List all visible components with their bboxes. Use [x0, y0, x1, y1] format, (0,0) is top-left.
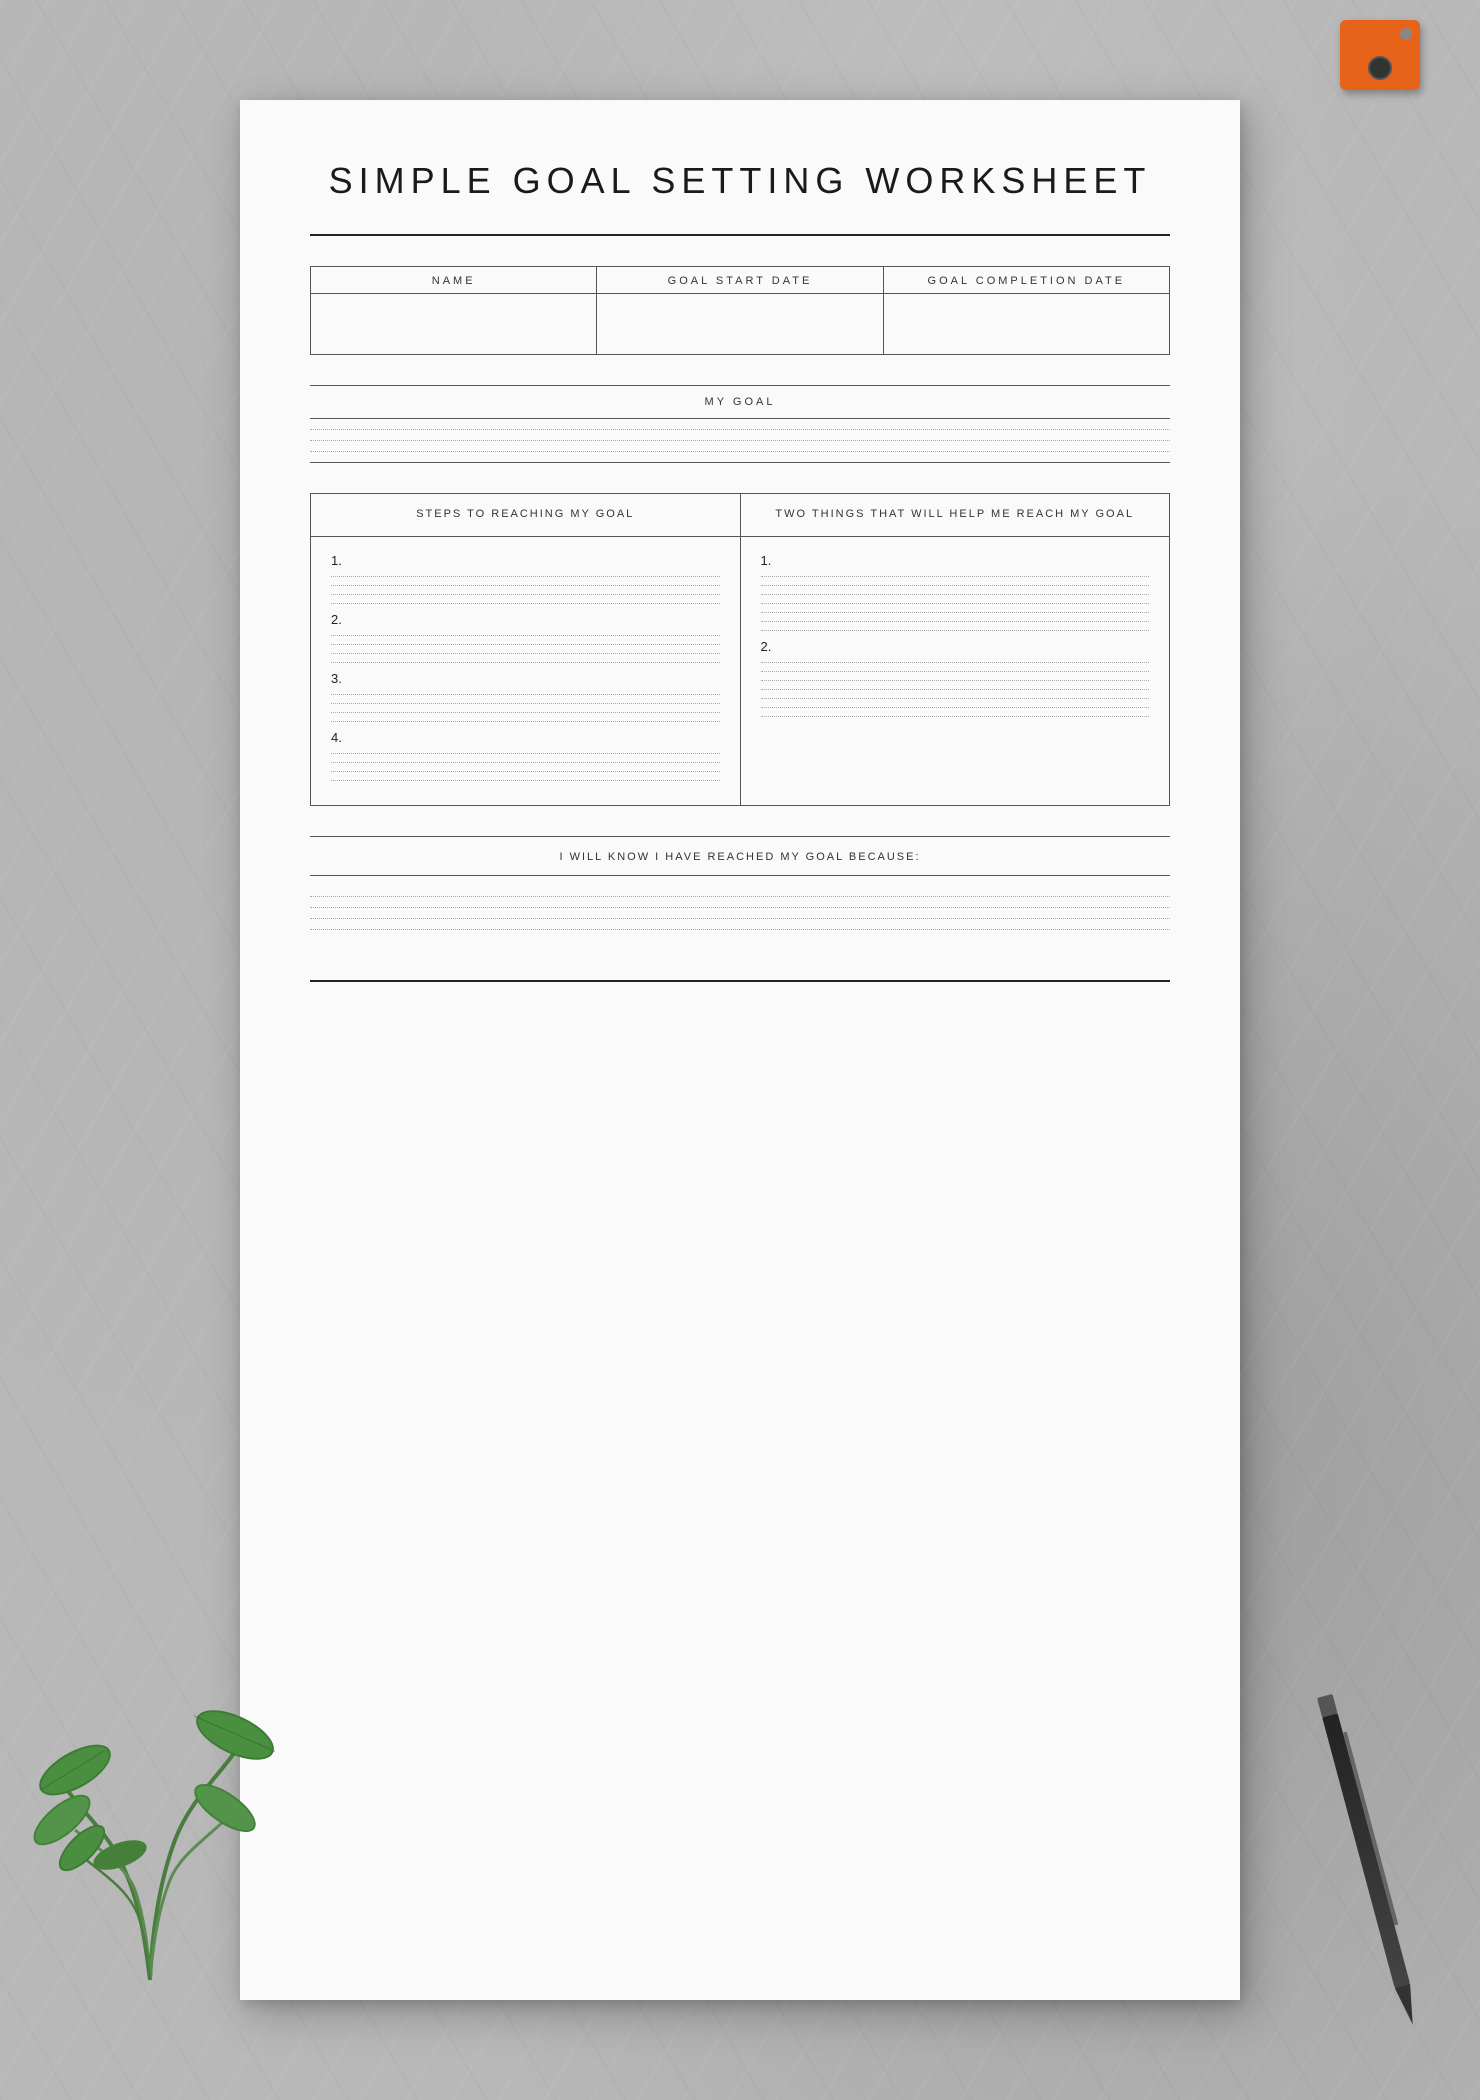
- bottom-line-3: [310, 918, 1170, 919]
- step-1-number: 1.: [331, 553, 720, 568]
- thing-1: 1.: [761, 553, 1150, 631]
- bottom-line-4: [310, 929, 1170, 930]
- thing-2-number: 2.: [761, 639, 1150, 654]
- thing-1-line-2: [761, 585, 1150, 586]
- name-field-box: NAME: [310, 266, 597, 355]
- worksheet-paper: SIMPLE GOAL SETTING WORKSHEET NAME GOAL …: [240, 100, 1240, 2000]
- pen-decoration: [1296, 1688, 1445, 2042]
- two-things-col-header: TWO THINGS THAT WILL HELP ME REACH MY GO…: [741, 494, 1170, 537]
- step-4-line-3: [331, 771, 720, 772]
- plant-decoration: [20, 1600, 280, 2000]
- worksheet-title: SIMPLE GOAL SETTING WORKSHEET: [310, 160, 1170, 218]
- my-goal-section: MY GOAL: [310, 385, 1170, 463]
- thing-2: 2.: [761, 639, 1150, 717]
- step-2-line-4: [331, 662, 720, 663]
- steps-col: STEPS TO REACHING MY GOAL 1. 2.: [310, 493, 741, 806]
- step-2-line-2: [331, 644, 720, 645]
- step-3: 3.: [331, 671, 720, 722]
- step-4-line-4: [331, 780, 720, 781]
- goal-dotted-1: [310, 429, 1170, 430]
- goal-divider-bottom: [310, 418, 1170, 419]
- fields-row: NAME GOAL START DATE GOAL COMPLETION DAT…: [310, 266, 1170, 355]
- pencil-sharpener-decoration: [1340, 20, 1420, 120]
- two-things-col-content: 1. 2.: [741, 537, 1170, 741]
- step-1-line-2: [331, 585, 720, 586]
- bottom-line-1: [310, 896, 1170, 897]
- bottom-label-bar: I WILL KNOW I HAVE REACHED MY GOAL BECAU…: [310, 836, 1170, 876]
- start-date-label: GOAL START DATE: [597, 267, 882, 294]
- thing-2-line-6: [761, 707, 1150, 708]
- goal-lines[interactable]: [310, 429, 1170, 452]
- step-1-line-1: [331, 576, 720, 577]
- start-date-value[interactable]: [597, 294, 882, 354]
- step-3-line-2: [331, 703, 720, 704]
- goal-dotted-2: [310, 440, 1170, 441]
- step-4-line-1: [331, 753, 720, 754]
- title-divider: [310, 234, 1170, 236]
- bottom-label: I WILL KNOW I HAVE REACHED MY GOAL BECAU…: [559, 851, 920, 863]
- thing-1-line-5: [761, 612, 1150, 613]
- step-1-line-3: [331, 594, 720, 595]
- thing-2-line-2: [761, 671, 1150, 672]
- step-3-line-3: [331, 712, 720, 713]
- goal-section-end: [310, 462, 1170, 463]
- step-3-line-4: [331, 721, 720, 722]
- step-4-line-2: [331, 762, 720, 763]
- step-3-line-1: [331, 694, 720, 695]
- thing-1-number: 1.: [761, 553, 1150, 568]
- step-2-line-3: [331, 653, 720, 654]
- step-4: 4.: [331, 730, 720, 781]
- step-2-number: 2.: [331, 612, 720, 627]
- start-date-field-box: GOAL START DATE: [597, 266, 883, 355]
- thing-2-line-4: [761, 689, 1150, 690]
- thing-1-line-4: [761, 603, 1150, 604]
- thing-2-line-5: [761, 698, 1150, 699]
- two-things-col: TWO THINGS THAT WILL HELP ME REACH MY GO…: [741, 493, 1171, 806]
- step-2-line-1: [331, 635, 720, 636]
- step-1: 1.: [331, 553, 720, 604]
- completion-date-field-box: GOAL COMPLETION DATE: [884, 266, 1170, 355]
- step-4-number: 4.: [331, 730, 720, 745]
- thing-2-line-7: [761, 716, 1150, 717]
- step-3-number: 3.: [331, 671, 720, 686]
- step-1-line-4: [331, 603, 720, 604]
- step-2: 2.: [331, 612, 720, 663]
- name-value[interactable]: [311, 294, 596, 354]
- two-col-section: STEPS TO REACHING MY GOAL 1. 2.: [310, 493, 1170, 806]
- thing-1-line-6: [761, 621, 1150, 622]
- completion-date-value[interactable]: [884, 294, 1169, 354]
- bottom-final-divider: [310, 980, 1170, 982]
- bottom-line-2: [310, 907, 1170, 908]
- steps-col-content: 1. 2. 3.: [311, 537, 740, 805]
- completion-date-label: GOAL COMPLETION DATE: [884, 267, 1169, 294]
- name-label: NAME: [311, 267, 596, 294]
- thing-1-line-1: [761, 576, 1150, 577]
- thing-2-line-3: [761, 680, 1150, 681]
- thing-1-line-7: [761, 630, 1150, 631]
- my-goal-label: MY GOAL: [310, 386, 1170, 418]
- bottom-lines[interactable]: [310, 876, 1170, 960]
- bottom-section: I WILL KNOW I HAVE REACHED MY GOAL BECAU…: [310, 836, 1170, 982]
- thing-1-line-3: [761, 594, 1150, 595]
- thing-2-line-1: [761, 662, 1150, 663]
- goal-dotted-3: [310, 451, 1170, 452]
- steps-col-header: STEPS TO REACHING MY GOAL: [311, 494, 740, 537]
